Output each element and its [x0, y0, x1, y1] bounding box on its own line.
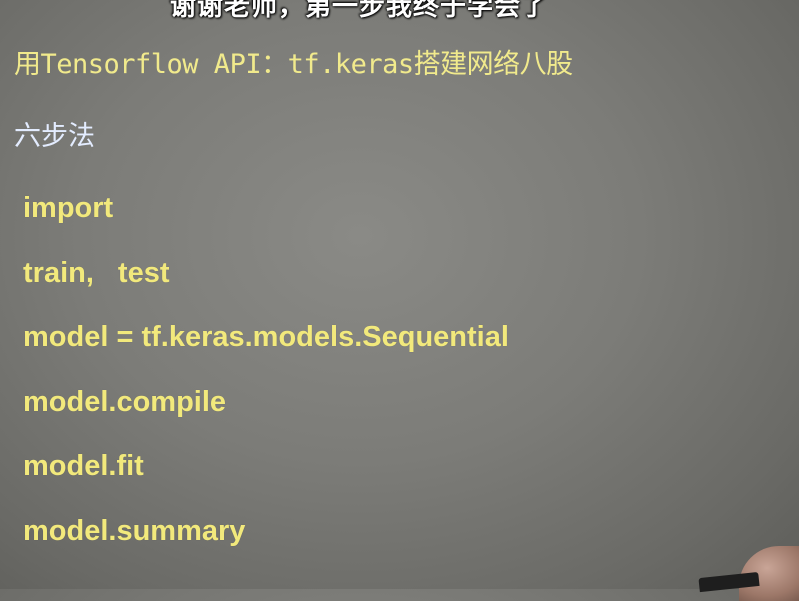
step-fit: model.fit: [23, 448, 509, 513]
danmaku-comment: 谢谢老师，第一步我终于学会了: [170, 0, 549, 22]
step-extra-label: test: [117, 256, 170, 289]
video-frame: 谢谢老师，第一步我终于学会了 用Tensorflow API：tf.keras搭…: [0, 0, 799, 601]
step-label: model.fit: [23, 450, 144, 482]
step-summary: model.summary: [23, 513, 509, 578]
step-import: import: [23, 190, 509, 255]
step-model: model = tf.keras.models.Sequential: [23, 319, 509, 384]
step-label: import: [23, 192, 114, 224]
step-label: model = tf.keras.models.Sequential: [23, 321, 509, 353]
slide-subtitle: 六步法: [14, 121, 95, 152]
step-label: train,: [23, 256, 94, 289]
step-label: model.compile: [23, 385, 227, 418]
slide-title: 用Tensorflow API：tf.keras搭建网络八股: [14, 49, 573, 80]
step-compile: model.compile: [23, 384, 509, 449]
step-label: model.summary: [23, 514, 246, 547]
steps-list: import train, test model = tf.keras.model…: [23, 190, 509, 577]
step-train-test: train, test: [23, 255, 509, 320]
